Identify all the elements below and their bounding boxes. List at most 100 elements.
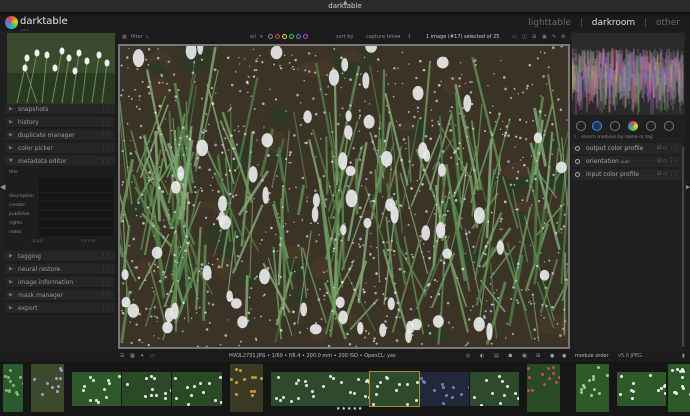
module-output-color-profile[interactable]: output color profile ⊡ ▭ ⋮⋮ [572, 143, 682, 154]
filmstrip-thumbnail[interactable] [72, 372, 121, 406]
toolbar-icon-3[interactable]: ⊞ [532, 31, 536, 43]
sort-chevron-icon[interactable]: ▾ [398, 31, 401, 43]
module-presets-icon[interactable]: ⋮⋮ [101, 251, 111, 262]
module-color-picker[interactable]: ▶ color picker ⋮⋮ [5, 143, 115, 154]
module-controls-icon[interactable]: ⊡ ▭ ⋮⋮ [657, 156, 679, 167]
filmstrip-thumbnail[interactable] [320, 372, 369, 406]
filmstrip-thumbnail[interactable] [617, 372, 666, 406]
color-filter-yellow-icon[interactable] [282, 34, 287, 39]
color-filter-purple-icon[interactable] [303, 34, 308, 39]
module-export[interactable]: ▶ export ⋮⋮ [5, 303, 115, 314]
meta-cancel-button[interactable]: cancel [81, 239, 96, 244]
bottom-icon-color-assessment[interactable]: ● [550, 351, 554, 362]
module-controls-icon[interactable]: ⊡ ▭ ⋮⋮ [657, 143, 679, 154]
module-search[interactable]: ⌕ search modules by name or tag [572, 134, 684, 142]
tab-base-icon[interactable] [610, 121, 620, 131]
module-snapshots[interactable]: ▶ snapshots ⋮⋮ [5, 104, 115, 115]
color-filter-blue-icon[interactable] [296, 34, 301, 39]
module-power-icon[interactable] [575, 159, 580, 164]
tab-correct-icon[interactable] [646, 121, 656, 131]
tab-quick-access-icon[interactable] [576, 121, 586, 131]
sort-by-select[interactable]: capture time [366, 31, 398, 43]
module-metadata-editor[interactable]: ▼ metadata editor ⋮⋮ [5, 156, 115, 167]
filmstrip-thumbnail[interactable] [576, 364, 609, 412]
preferences-gear-icon[interactable]: ⚙ [561, 31, 565, 43]
module-presets-icon[interactable]: ⋮⋮ [101, 156, 111, 167]
module-mask-manager[interactable]: ▶ mask manager ⋮⋮ [5, 290, 115, 301]
module-history[interactable]: ▶ history ⋮⋮ [5, 117, 115, 128]
bottom-icon-style[interactable]: ✦ [140, 351, 144, 362]
tab-color-icon[interactable] [628, 121, 638, 131]
image-canvas[interactable] [120, 46, 568, 347]
meta-notes-field[interactable] [39, 229, 113, 236]
module-tagging[interactable]: ▶ tagging ⋮⋮ [5, 251, 115, 262]
filmstrip-thumbnail[interactable] [172, 372, 222, 406]
navigation-thumbnail[interactable] [7, 33, 115, 104]
module-presets-icon[interactable]: ⋮⋮ [101, 290, 111, 301]
bottom-icon-raw-overexposed[interactable]: ▤ [494, 351, 499, 362]
filter-all-select[interactable]: all [250, 31, 256, 43]
meta-creator-field[interactable] [39, 202, 113, 209]
view-other[interactable]: other [656, 18, 680, 28]
meta-publisher-field[interactable] [39, 211, 113, 218]
bottom-icon-focus[interactable]: ◎ [466, 351, 470, 362]
module-presets-icon[interactable]: ⋮⋮ [101, 130, 111, 141]
color-label-filters[interactable] [268, 31, 310, 43]
meta-rights-field[interactable] [39, 220, 113, 227]
filmstrip-thumbnail[interactable] [122, 372, 171, 406]
filmstrip-thumbnail[interactable] [230, 364, 263, 412]
color-filter-green-icon[interactable] [289, 34, 294, 39]
module-order-scroll-icon[interactable]: ▮ [682, 351, 685, 362]
module-presets-icon[interactable]: ⋮⋮ [101, 303, 111, 314]
bottom-icon-list[interactable]: ☰ [120, 351, 124, 362]
filmstrip-thumbnail[interactable] [369, 371, 420, 407]
bottom-icon-grid[interactable]: ▦ [130, 351, 135, 362]
filmstrip-thumbnail[interactable] [668, 364, 690, 412]
filmstrip-thumbnail[interactable] [31, 364, 64, 412]
filmstrip-thumbnail[interactable] [527, 364, 560, 412]
meta-title-field[interactable] [39, 178, 113, 192]
histogram[interactable] [572, 33, 684, 115]
bottom-icon-gamut[interactable]: ◐ [480, 351, 484, 362]
filter-grid-icon[interactable]: ▦ [122, 31, 127, 43]
tab-active-modules-icon[interactable] [592, 121, 602, 131]
module-power-icon[interactable] [575, 172, 580, 177]
bottom-icon-second-window[interactable]: ▭ [150, 351, 155, 362]
module-presets-icon[interactable]: ⋮⋮ [101, 117, 111, 128]
module-input-color-profile[interactable]: input color profile ⊡ ▭ ⋮⋮ [572, 169, 682, 180]
right-panel-scrollbar[interactable] [682, 147, 684, 347]
bottom-icon-guides[interactable]: ⊞ [536, 351, 540, 362]
rating-stars[interactable]: ★★★★★ [336, 406, 363, 412]
color-filter-none-icon[interactable] [268, 34, 273, 39]
color-filter-red-icon[interactable] [275, 34, 280, 39]
filter-all-chevron-icon[interactable]: ▾ [260, 31, 263, 43]
tab-effect-icon[interactable] [664, 121, 674, 131]
meta-apply-button[interactable]: apply [31, 239, 43, 244]
view-darkroom[interactable]: darkroom [592, 18, 635, 28]
module-presets-icon[interactable]: ⋮⋮ [101, 277, 111, 288]
toolbar-icon-5[interactable]: ✎ [552, 31, 556, 43]
meta-description-field[interactable] [39, 193, 113, 200]
toolbar-icon-2[interactable]: ◫ [522, 31, 527, 43]
toolbar-icon-4[interactable]: ▣ [542, 31, 547, 43]
module-controls-icon[interactable]: ⊡ ▭ ⋮⋮ [657, 169, 679, 180]
module-presets-icon[interactable]: ⋮⋮ [101, 104, 111, 115]
toolbar-icon-1[interactable]: ▭ [512, 31, 517, 43]
filmstrip-thumbnail[interactable] [420, 372, 469, 406]
filmstrip-thumbnail[interactable] [470, 372, 519, 406]
left-panel-collapse-icon[interactable]: ◀ [0, 183, 5, 191]
module-neural-restore[interactable]: ▶ neural restore ⋮⋮ [5, 264, 115, 275]
module-presets-icon[interactable]: ⋮⋮ [101, 264, 111, 275]
filter-search-icon[interactable]: ⌕ [146, 31, 149, 43]
module-duplicate-manager[interactable]: ▶ duplicate manager ⋮⋮ [5, 130, 115, 141]
filmstrip-thumbnail[interactable] [271, 372, 320, 406]
module-orientation[interactable]: orientation auto ⊡ ▭ ⋮⋮ [572, 156, 682, 167]
filmstrip-thumbnail[interactable] [3, 364, 23, 412]
bottom-icon-softproof[interactable]: ☗ [508, 351, 512, 362]
module-image-information[interactable]: ▶ image information ⋮⋮ [5, 277, 115, 288]
module-presets-icon[interactable]: ⋮⋮ [101, 143, 111, 154]
module-power-icon[interactable] [575, 146, 580, 151]
module-order-value[interactable]: v5.0 JPEG [618, 351, 642, 362]
sort-direction-icon[interactable]: ↕ [407, 31, 411, 43]
view-lighttable[interactable]: lighttable [528, 18, 571, 28]
